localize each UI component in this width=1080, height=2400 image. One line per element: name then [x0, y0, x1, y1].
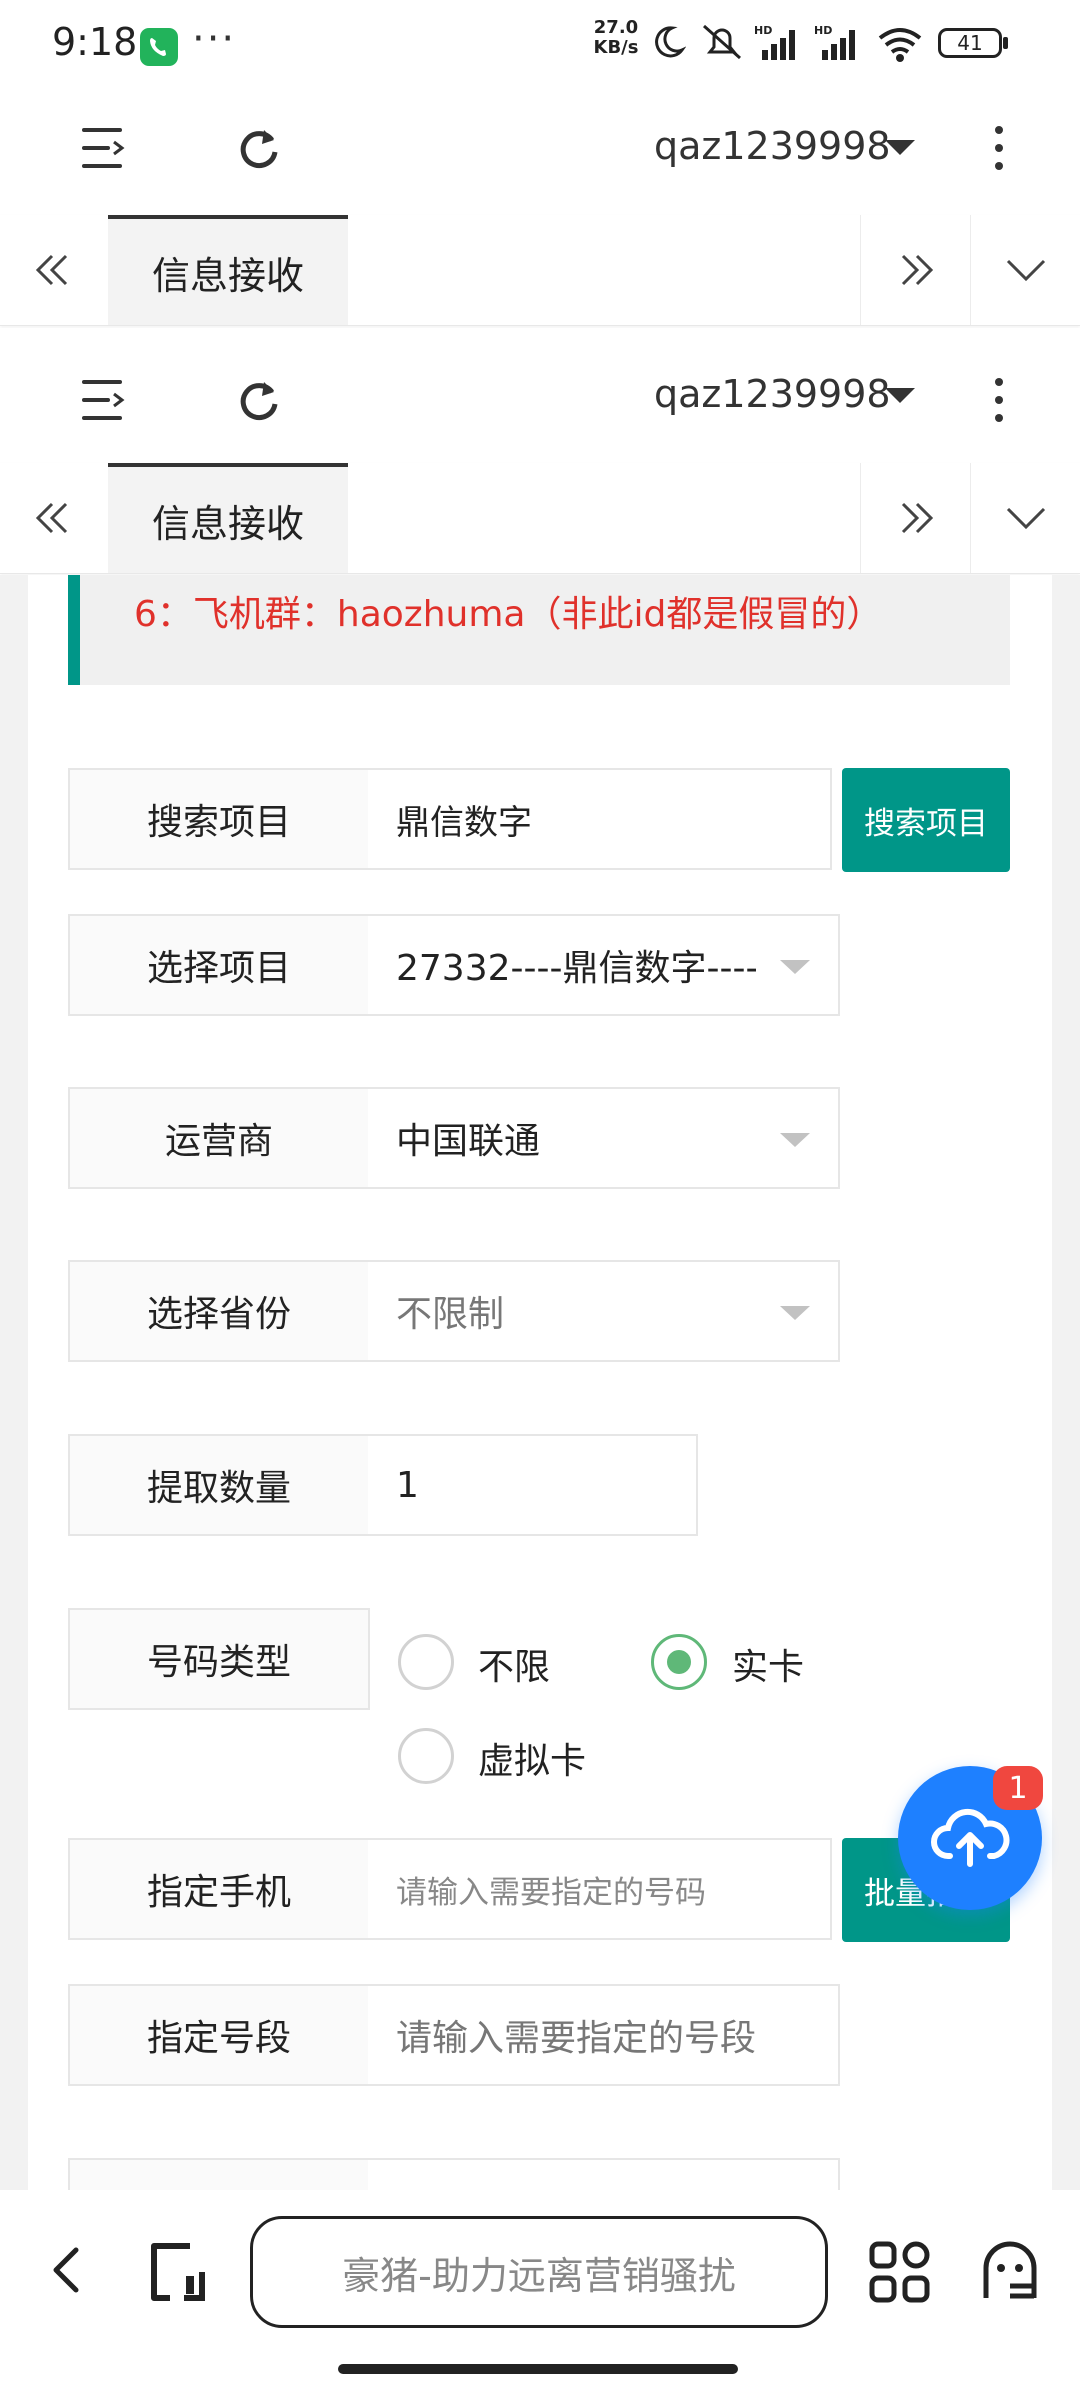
radio-physical-card[interactable]: [651, 1634, 707, 1690]
search-bar[interactable]: 豪猪-助力远离营销骚扰: [250, 2216, 828, 2328]
menu-toggle-icon[interactable]: [82, 380, 126, 420]
double-right-icon[interactable]: [860, 463, 969, 573]
battery-tip: [1003, 37, 1008, 49]
search-project-label: 搜索项目: [68, 768, 370, 870]
status-bar: 9:18 ··· 27.0 KB/s HD HD 41: [0, 0, 1080, 80]
chevron-down-icon[interactable]: [970, 215, 1080, 325]
select-caret-icon: [780, 1306, 810, 1320]
refresh-icon[interactable]: [234, 376, 282, 424]
tab-bar: 信息接收: [0, 215, 1080, 326]
dropdown-caret-icon[interactable]: [885, 388, 915, 403]
mute-icon: [700, 22, 744, 66]
menu-toggle-icon[interactable]: [82, 128, 126, 168]
ghost-icon[interactable]: [980, 2240, 1040, 2304]
double-left-icon[interactable]: [0, 463, 109, 573]
username-label[interactable]: qaz1239998: [654, 124, 891, 168]
chevron-down-icon[interactable]: [970, 463, 1080, 573]
select-project-label: 选择项目: [68, 914, 370, 1016]
battery-level: 41: [957, 31, 983, 55]
home-indicator[interactable]: [338, 2364, 738, 2374]
province-value: 不限制: [396, 1294, 505, 1335]
specify-segment-input[interactable]: 请输入需要指定的号段: [368, 1984, 840, 2086]
province-dropdown[interactable]: 不限制: [368, 1260, 840, 1362]
username-label[interactable]: qaz1239998: [654, 372, 891, 416]
number-type-label: 号码类型: [68, 1608, 370, 1710]
notice-block: 6：飞机群：haozhuma（非此id都是假冒的）: [68, 575, 1010, 685]
search-project-input[interactable]: 鼎信数字: [368, 768, 832, 870]
next-field-label-partial: [68, 2158, 370, 2190]
tabs-icon[interactable]: [146, 2240, 210, 2304]
next-field-input-partial: [368, 2158, 840, 2190]
radio-virtual-card[interactable]: [398, 1728, 454, 1784]
specify-phone-label: 指定手机: [68, 1838, 370, 1940]
specify-segment-label: 指定号段: [68, 1984, 370, 2086]
notification-badge: 1: [993, 1766, 1043, 1810]
signal-hd-icon: HD: [754, 22, 804, 66]
select-caret-icon: [780, 960, 810, 974]
carrier-label: 运营商: [68, 1087, 370, 1189]
battery-icon: 41: [938, 28, 1002, 58]
quantity-value: 1: [396, 1464, 419, 1506]
net-speed: 27.0 KB/s: [593, 17, 639, 58]
select-caret-icon: [780, 1133, 810, 1147]
app-toolbar: qaz1239998: [0, 80, 1080, 216]
radio-virtual-card-label: 虚拟卡: [478, 1741, 587, 1782]
radio-physical-card-label: 实卡: [732, 1647, 805, 1688]
carrier-value: 中国联通: [396, 1121, 541, 1162]
back-arrow-icon[interactable]: [44, 2240, 94, 2300]
more-vertical-icon[interactable]: [995, 378, 1005, 432]
svg-text:HD: HD: [814, 24, 832, 37]
select-project-dropdown[interactable]: 27332----鼎信数字----: [368, 914, 840, 1016]
svg-text:HD: HD: [754, 24, 772, 37]
more-vertical-icon[interactable]: [995, 126, 1005, 180]
dropdown-caret-icon[interactable]: [885, 140, 915, 155]
wifi-icon: [876, 24, 924, 68]
quantity-label: 提取数量: [68, 1434, 370, 1536]
refresh-icon[interactable]: [234, 124, 282, 172]
carrier-dropdown[interactable]: 中国联通: [368, 1087, 840, 1189]
select-project-value: 27332----鼎信数字----: [396, 948, 756, 989]
tab-bar-duplicate: 信息接收: [0, 463, 1080, 574]
specify-phone-input[interactable]: 请输入需要指定的号码: [368, 1838, 832, 1940]
radio-unlimited[interactable]: [398, 1634, 454, 1690]
search-project-value: 鼎信数字: [396, 802, 532, 843]
quantity-input[interactable]: 1: [368, 1434, 698, 1536]
radio-unlimited-label: 不限: [478, 1647, 551, 1688]
notice-text: 6：飞机群：haozhuma（非此id都是假冒的）: [134, 594, 883, 635]
tab-info-receive[interactable]: 信息接收: [108, 463, 348, 573]
specify-segment-placeholder: 请输入需要指定的号段: [396, 2018, 757, 2059]
status-time: 9:18: [52, 20, 138, 64]
more-dots-icon: ···: [192, 16, 237, 62]
province-label: 选择省份: [68, 1260, 370, 1362]
moon-icon: [650, 24, 687, 64]
apps-grid-icon[interactable]: [868, 2240, 932, 2304]
search-project-button[interactable]: 搜索项目: [842, 768, 1010, 872]
tab-info-receive[interactable]: 信息接收: [108, 215, 348, 325]
double-left-icon[interactable]: [0, 215, 109, 325]
signal-hd-icon: HD: [814, 22, 864, 66]
specify-phone-placeholder: 请输入需要指定的号码: [396, 1874, 706, 1911]
double-right-icon[interactable]: [860, 215, 969, 325]
app-toolbar-duplicate: qaz1239998: [0, 328, 1080, 464]
phone-call-icon: [140, 28, 178, 66]
